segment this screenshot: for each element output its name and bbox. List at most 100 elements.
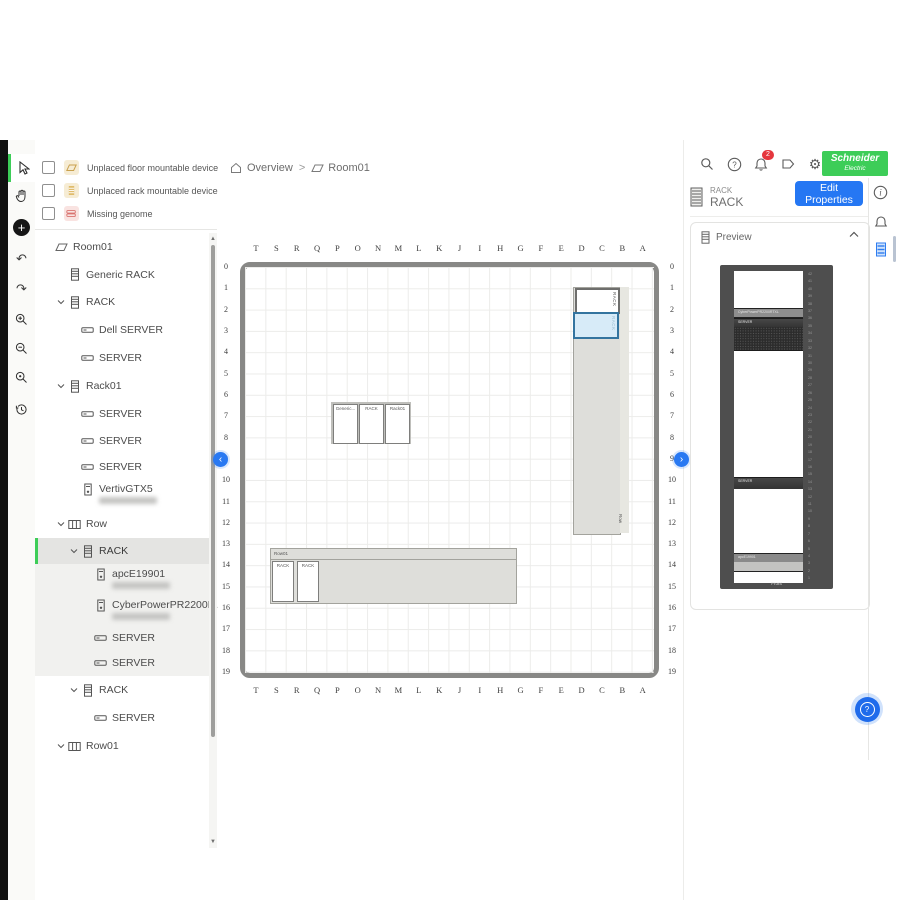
notifications-bell-icon[interactable]: 2 <box>752 155 770 173</box>
zoom-fit-button[interactable] <box>8 363 35 391</box>
grid-row-label: 5 <box>666 369 678 378</box>
filter-unplaced-rack[interactable]: Unplaced rack mountable devices <box>35 179 217 202</box>
canvas-rack-top[interactable]: RACK <box>575 288 620 314</box>
grid-row-label: 6 <box>220 390 232 399</box>
filter-missing-genome[interactable]: Missing genome <box>35 202 217 225</box>
tree-item-server[interactable]: SERVER <box>35 455 209 479</box>
alarm-bell-icon[interactable] <box>872 213 889 230</box>
tree-item-server[interactable]: SERVER <box>35 427 209 455</box>
rack-empty-slot <box>734 489 803 553</box>
chevron-down-icon[interactable] <box>68 686 80 694</box>
add-device-button[interactable]: + <box>8 213 35 241</box>
tree-item-cyberpowerpr2200r-[interactable]: CyberPowerPR2200R... <box>35 595 209 627</box>
device-label: SERVER <box>734 478 803 484</box>
home-icon[interactable] <box>230 162 242 174</box>
chevron-up-icon[interactable] <box>849 231 859 238</box>
expand-right-panel-handle[interactable]: › <box>674 452 689 467</box>
tree-item-rack01[interactable]: Rack01 <box>35 372 209 400</box>
tree-item-rack[interactable]: RACK <box>35 538 212 564</box>
server-icon <box>80 353 95 363</box>
help-icon[interactable]: ? <box>725 155 743 173</box>
u-position-label: 40 <box>806 286 819 293</box>
grid-row-label: 16 <box>220 603 232 612</box>
grid-column-label: S <box>266 685 286 695</box>
grid-row-label: 1 <box>220 283 232 292</box>
tree-item-server[interactable]: SERVER <box>35 627 209 649</box>
info-icon[interactable]: i <box>872 184 889 201</box>
tree-item-row01[interactable]: Row01 <box>35 732 209 760</box>
tree-item-generic-rack[interactable]: Generic RACK <box>35 261 209 288</box>
tree-item-label: Dell SERVER <box>99 324 163 336</box>
canvas-rack-row01-b[interactable]: RACK <box>297 561 319 602</box>
grid-column-label: G <box>511 243 531 253</box>
tree-item-server[interactable]: SERVER <box>35 704 209 732</box>
breadcrumb-overview[interactable]: Overview <box>247 162 293 174</box>
zoom-out-button[interactable] <box>8 334 35 362</box>
rack-device[interactable]: SERVER <box>734 477 803 489</box>
checkbox-unplaced-floor[interactable] <box>42 161 55 174</box>
edit-properties-button[interactable]: Edit Properties <box>795 181 863 206</box>
rack-device[interactable] <box>734 327 803 351</box>
grid-row-label: 11 <box>220 497 232 506</box>
grid-row-label: 14 <box>220 560 232 569</box>
grid-row-label: 7 <box>666 411 678 420</box>
grid-column-label: T <box>246 243 266 253</box>
tree-item-row[interactable]: Row <box>35 510 209 538</box>
chevron-down-icon[interactable] <box>55 382 67 390</box>
redo-button[interactable]: ↷ <box>8 274 35 302</box>
feedback-tag-icon[interactable] <box>779 155 797 173</box>
scroll-down-icon[interactable]: ▼ <box>209 838 217 846</box>
breadcrumb-separator: > <box>299 162 305 174</box>
row-label: Row01 <box>274 551 288 556</box>
tree-item-rack[interactable]: RACK <box>35 676 209 704</box>
rack-device[interactable] <box>734 562 803 572</box>
rack-panel-icon[interactable] <box>872 241 889 258</box>
zoom-in-button[interactable] <box>8 305 35 333</box>
search-icon[interactable] <box>698 155 716 173</box>
tree-item-label: SERVER <box>112 712 155 724</box>
canvas-rack-row01-a[interactable]: RACK <box>272 561 294 602</box>
grid-column-label: G <box>511 685 531 695</box>
tree-item-apce19901[interactable]: apcE19901 <box>35 564 209 595</box>
grid-row-label: 16 <box>666 603 678 612</box>
history-button[interactable] <box>8 395 35 423</box>
canvas-rack-generic[interactable]: Generic... <box>333 404 358 444</box>
chevron-down-icon[interactable] <box>55 520 67 528</box>
pointer-tool-button[interactable] <box>8 154 35 182</box>
chevron-down-icon[interactable] <box>68 547 80 555</box>
canvas-rack-rack[interactable]: RACK <box>359 404 384 444</box>
grid-column-label: F <box>531 685 551 695</box>
zoom-fit-icon <box>15 371 28 384</box>
rack-device[interactable]: apcE19901 <box>734 553 803 562</box>
tree-item-dell-server[interactable]: Dell SERVER <box>35 316 209 344</box>
checkbox-missing-genome[interactable] <box>42 207 55 220</box>
divider <box>690 216 868 217</box>
canvas-rack-selected[interactable]: RACK <box>573 312 619 339</box>
tree-item-server[interactable]: SERVER <box>35 344 209 372</box>
tree-scrollbar[interactable]: ▲ ▼ <box>209 233 217 848</box>
tree-item-room01[interactable]: Room01 <box>35 233 209 261</box>
chevron-down-icon[interactable] <box>55 298 67 306</box>
collapse-left-panel-handle[interactable]: ‹ <box>213 452 228 467</box>
scroll-up-icon[interactable]: ▲ <box>209 235 217 243</box>
tree-item-server[interactable]: SERVER <box>35 649 209 676</box>
filter-unplaced-floor[interactable]: Unplaced floor mountable devices <box>35 156 217 179</box>
tree-item-rack[interactable]: RACK <box>35 288 209 316</box>
help-fab-button[interactable]: ? <box>851 693 883 725</box>
rack-device[interactable]: CyberPowerPR2200RTXL <box>734 308 803 318</box>
tree-scrollbar-thumb[interactable] <box>211 245 215 737</box>
rack-device[interactable]: SERVER <box>734 318 803 327</box>
breadcrumb-room[interactable]: Room01 <box>328 162 370 174</box>
chevron-down-icon[interactable] <box>55 742 67 750</box>
tree-item-server[interactable]: SERVER <box>35 400 209 427</box>
pan-tool-button[interactable] <box>8 182 35 210</box>
grid-column-label: R <box>287 685 307 695</box>
u-position-label: 28 <box>806 375 819 382</box>
u-position-label: 25 <box>806 397 819 404</box>
server-icon <box>80 325 95 335</box>
tree-item-vertivgtx5[interactable]: VertivGTX5 <box>35 479 209 510</box>
grid-row-label: 15 <box>666 582 678 591</box>
canvas-rack-rack01[interactable]: Rack01 <box>385 404 410 444</box>
checkbox-unplaced-rack[interactable] <box>42 184 55 197</box>
undo-button[interactable]: ↶ <box>8 244 35 272</box>
